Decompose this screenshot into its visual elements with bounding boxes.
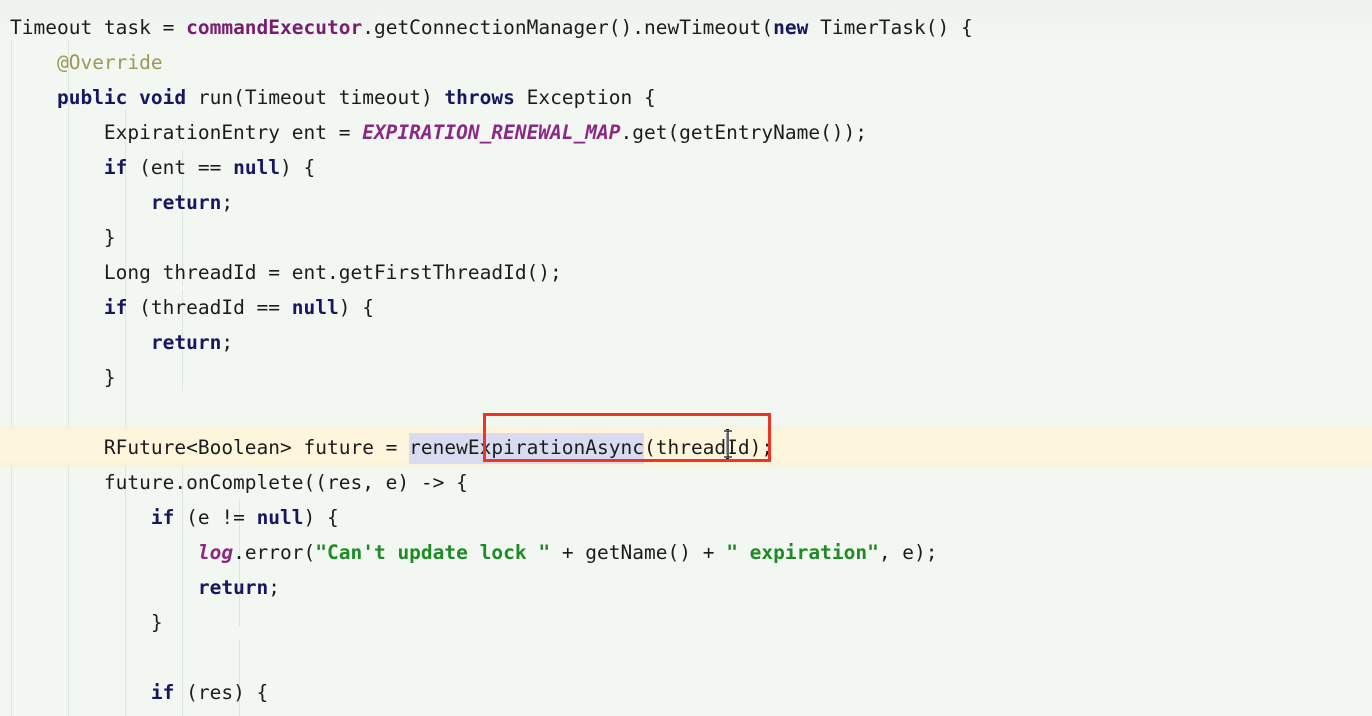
code-token: (ent == <box>127 156 234 179</box>
selected-token[interactable]: renewExpirationAsync <box>409 433 644 464</box>
code-line[interactable]: } <box>0 220 1372 255</box>
code-editor-viewport[interactable]: Timeout task = commandExecutor.getConnec… <box>0 0 1372 716</box>
code-token: void <box>139 86 187 109</box>
code-token: null <box>256 506 304 529</box>
code-text-area[interactable]: Timeout task = commandExecutor.getConnec… <box>0 0 1372 710</box>
code-token: RFuture<Boolean> future = <box>103 436 410 459</box>
code-line[interactable]: if (res) { <box>0 675 1372 710</box>
code-line[interactable]: log.error("Can't update lock " + getName… <box>0 535 1372 570</box>
code-token: if <box>150 681 175 704</box>
code-line[interactable]: Long threadId = ent.getFirstThreadId(); <box>0 255 1372 290</box>
code-token: ; <box>221 191 234 214</box>
code-token: throws <box>444 86 515 109</box>
code-token: log <box>197 541 234 564</box>
code-line[interactable]: return; <box>0 185 1372 220</box>
code-token: , e); <box>878 541 938 564</box>
code-token: public <box>56 86 128 109</box>
code-token: (res) { <box>174 681 269 704</box>
code-token: run(Timeout timeout) <box>186 86 445 109</box>
code-token: "Can't update lock " <box>315 541 551 564</box>
code-token: if <box>150 506 175 529</box>
code-token: @Override <box>56 51 163 74</box>
code-token: EXPIRATION_RENEWAL_MAP <box>362 121 621 144</box>
code-line[interactable]: ExpirationEntry ent = EXPIRATION_RENEWAL… <box>0 115 1372 150</box>
code-token: .getConnectionManager().newTimeout( <box>362 16 774 39</box>
code-line[interactable]: future.onComplete((res, e) -> { <box>0 465 1372 500</box>
code-token: ) { <box>303 506 339 529</box>
code-line[interactable] <box>0 395 1372 430</box>
code-token: (threadId); <box>643 436 774 459</box>
code-token: (e != <box>174 506 257 529</box>
code-token: return <box>197 576 269 599</box>
code-token: + getName() + <box>550 541 727 564</box>
code-token: ) { <box>280 156 316 179</box>
code-token: TimerTask() { <box>808 16 973 39</box>
code-token: Exception { <box>514 86 656 109</box>
code-line[interactable]: } <box>0 605 1372 640</box>
code-token: if <box>103 156 128 179</box>
code-token: (threadId == <box>127 296 292 319</box>
code-token: Long threadId = ent.getFirstThreadId(); <box>103 261 562 284</box>
code-line[interactable]: return; <box>0 570 1372 605</box>
code-token: Timeout task = <box>10 16 187 39</box>
code-token: commandExecutor <box>186 16 363 39</box>
code-token: } <box>103 226 116 249</box>
code-line[interactable]: @Override <box>0 45 1372 80</box>
code-line[interactable]: if (ent == null) { <box>0 150 1372 185</box>
code-line[interactable]: if (threadId == null) { <box>0 290 1372 325</box>
code-token: return <box>150 331 222 354</box>
code-line[interactable] <box>0 640 1372 675</box>
code-token: new <box>773 16 809 39</box>
code-token: if <box>103 296 128 319</box>
code-token: } <box>150 611 163 634</box>
code-line[interactable]: RFuture<Boolean> future = renewExpiratio… <box>0 430 1372 465</box>
code-token: .error( <box>233 541 316 564</box>
code-token: null <box>291 296 339 319</box>
code-token: ; <box>268 576 281 599</box>
code-line[interactable]: public void run(Timeout timeout) throws … <box>0 80 1372 115</box>
text-caret <box>726 429 729 459</box>
code-line[interactable]: Timeout task = commandExecutor.getConnec… <box>0 10 1372 45</box>
code-token: ExpirationEntry ent = <box>103 121 363 144</box>
code-token: null <box>233 156 281 179</box>
code-line[interactable]: if (e != null) { <box>0 500 1372 535</box>
code-token: return <box>150 191 222 214</box>
code-line[interactable]: } <box>0 360 1372 395</box>
code-token: ) { <box>338 296 374 319</box>
code-token: future.onComplete((res, e) -> { <box>103 471 468 494</box>
code-token: " expiration" <box>726 541 879 564</box>
code-token: } <box>103 366 116 389</box>
code-token: ; <box>221 331 234 354</box>
code-line[interactable]: return; <box>0 325 1372 360</box>
code-token: .get(getEntryName()); <box>620 121 868 144</box>
